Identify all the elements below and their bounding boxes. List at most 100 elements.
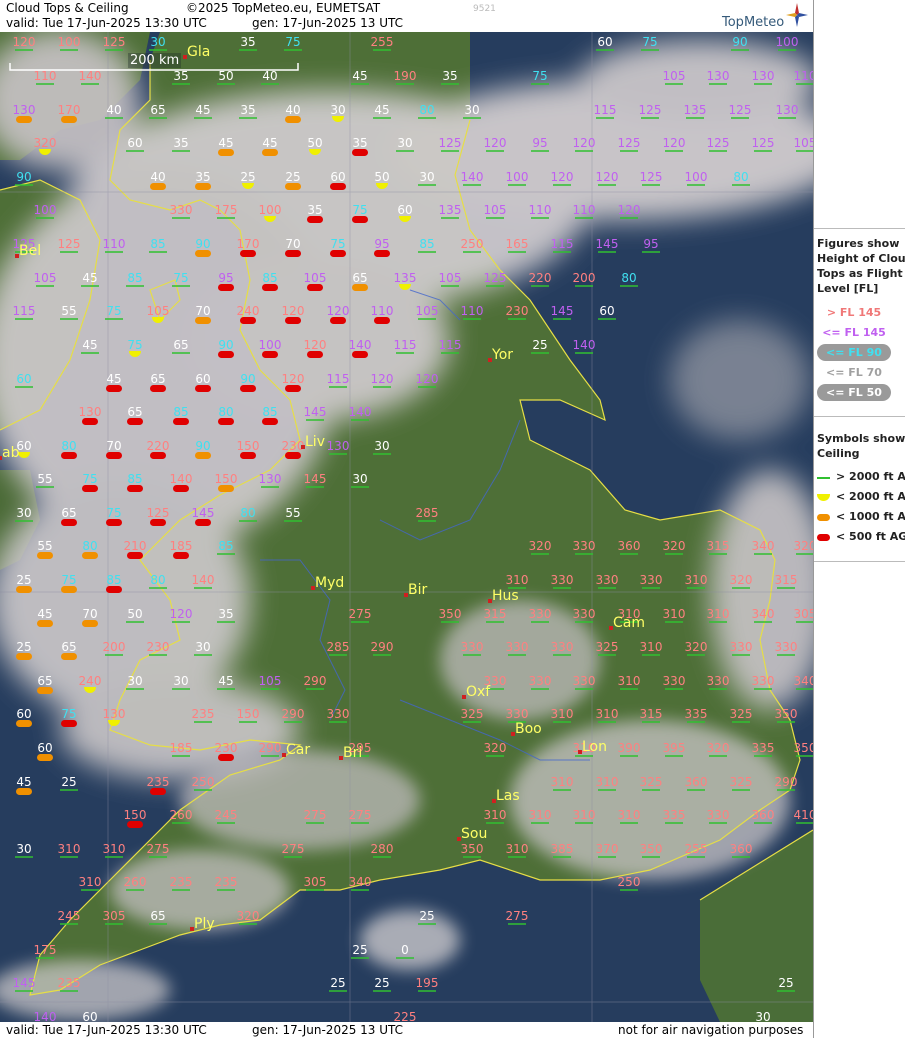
cloud-top-label: 35	[173, 69, 188, 83]
ceiling-symbol-1000ft	[16, 653, 32, 660]
city-ab[interactable]: ab	[0, 445, 20, 461]
cloud-top-label: 60	[127, 136, 142, 150]
station-42: 35	[172, 136, 190, 152]
station-69: 125	[640, 170, 662, 186]
cloud-top-label: 320	[34, 136, 57, 150]
cloud-top-label: 85	[218, 539, 233, 553]
cloud-top-label: 320	[484, 741, 507, 755]
station-185: 330	[573, 539, 595, 555]
station-170: 30	[351, 472, 369, 488]
city-bel[interactable]: Bel	[15, 243, 41, 259]
city-yor[interactable]: Yor	[488, 347, 513, 363]
cloud-top-label: 90	[195, 439, 210, 453]
station-333: 140	[34, 1010, 57, 1022]
station-145: 120	[371, 372, 394, 388]
cloud-top-label: 125	[484, 271, 507, 285]
city-myd[interactable]: Myd	[311, 575, 344, 591]
cloud-top-label: 185	[170, 741, 193, 755]
station-149: 85	[173, 405, 189, 425]
cloud-top-label: 120	[551, 170, 574, 184]
cloud-top-label: 100	[58, 35, 81, 49]
station-52: 125	[618, 136, 640, 152]
ceiling-symbol-1000ft	[37, 754, 53, 761]
station-111: 200	[573, 271, 595, 287]
city-car[interactable]: Car	[282, 742, 310, 758]
station-14: 50	[217, 69, 235, 85]
ceiling-symbol-1000ft	[195, 250, 211, 257]
cloud-top-label: 145	[551, 304, 574, 318]
legend-symbol-label: < 1000 ft AGL	[836, 510, 905, 523]
station-163: 55	[36, 472, 54, 488]
station-12: 140	[79, 69, 101, 85]
ceiling-symbol-1000ft	[16, 116, 32, 123]
station-28: 45	[194, 103, 212, 119]
station-216: 340	[752, 607, 774, 623]
cloud-top-label: 130	[103, 707, 126, 721]
satellite-map[interactable]: 120 100 125 30 35 75 255 60 75 90 100 110 140 35 50 40 4…	[0, 32, 813, 1022]
city-boo[interactable]: Boo	[511, 721, 542, 737]
station-8: 75	[641, 35, 659, 51]
cloud-top-label: 235	[170, 875, 193, 889]
station-211: 330	[529, 607, 551, 623]
station-100: 45	[81, 271, 99, 287]
cloud-top-label: 340	[349, 875, 372, 889]
station-256: 330	[506, 707, 528, 723]
station-91: 75	[330, 237, 346, 257]
station-49: 120	[484, 136, 506, 152]
station-187: 320	[663, 539, 685, 555]
station-68: 120	[596, 170, 618, 186]
ceiling-symbol-1000ft	[352, 284, 368, 291]
ceiling-symbol-500ft	[330, 183, 346, 190]
cloud-top-label: 90	[240, 372, 255, 386]
station-29: 35	[239, 103, 257, 119]
city-bri[interactable]: Bri	[339, 745, 362, 761]
station-200: 310	[685, 573, 707, 589]
city-cam[interactable]: Cam	[609, 615, 645, 631]
city-las[interactable]: Las	[492, 788, 520, 804]
cloud-top-label: 75	[352, 203, 367, 217]
cloud-top-label: 140	[461, 170, 484, 184]
cloud-top-label: 65	[352, 271, 367, 285]
city-hus[interactable]: Hus	[488, 588, 519, 604]
city-label: Yor	[491, 347, 513, 363]
city-liv[interactable]: Liv	[301, 434, 325, 450]
station-310: 360	[730, 842, 753, 858]
cloud-top-label: 360	[730, 842, 753, 856]
station-177: 55	[284, 506, 302, 522]
station-292: 310	[573, 808, 595, 824]
city-oxf[interactable]: Oxf	[462, 684, 491, 700]
cloud-top-label: 320	[707, 741, 730, 755]
cloud-top-label: 60	[597, 35, 612, 49]
station-34: 30	[463, 103, 481, 119]
station-319: 305	[103, 909, 125, 925]
station-242: 330	[573, 674, 595, 690]
station-215: 310	[707, 607, 729, 623]
city-bir[interactable]: Bir	[404, 582, 427, 598]
station-318: 245	[58, 909, 80, 925]
city-lon[interactable]: Lon	[578, 739, 607, 755]
city-gla[interactable]: Gla	[183, 44, 210, 60]
legend-sym-title-2: Ceiling	[817, 447, 860, 460]
cloud-top-label: 115	[13, 304, 36, 318]
city-sou[interactable]: Sou	[457, 826, 487, 842]
station-289: 275	[349, 808, 371, 824]
station-39: 130	[776, 103, 798, 119]
legend-divider-bottom	[814, 561, 905, 562]
cloud-top-label: 230	[147, 640, 170, 654]
cloud-top-label: 120	[371, 372, 394, 386]
station-136: 25	[531, 338, 549, 354]
cloud-top-label: 255	[371, 35, 394, 49]
cloud-top-label: 45	[16, 775, 31, 789]
cloud-top-label: 30	[755, 1010, 770, 1022]
city-ply[interactable]: Ply	[190, 916, 215, 932]
cloud-top-label: 35	[240, 35, 255, 49]
cloud-top-label: 330	[170, 203, 193, 217]
station-164: 75	[82, 472, 98, 492]
cloud-top-label: 110	[529, 203, 552, 217]
cloud-top-label: 45	[82, 271, 97, 285]
city-label: Myd	[315, 575, 344, 591]
cloud-top-label: 50	[307, 136, 322, 150]
cloud-top-label: 95	[374, 237, 389, 251]
ceiling-symbol-500ft	[61, 452, 77, 459]
cloud-top-label: 95	[532, 136, 547, 150]
